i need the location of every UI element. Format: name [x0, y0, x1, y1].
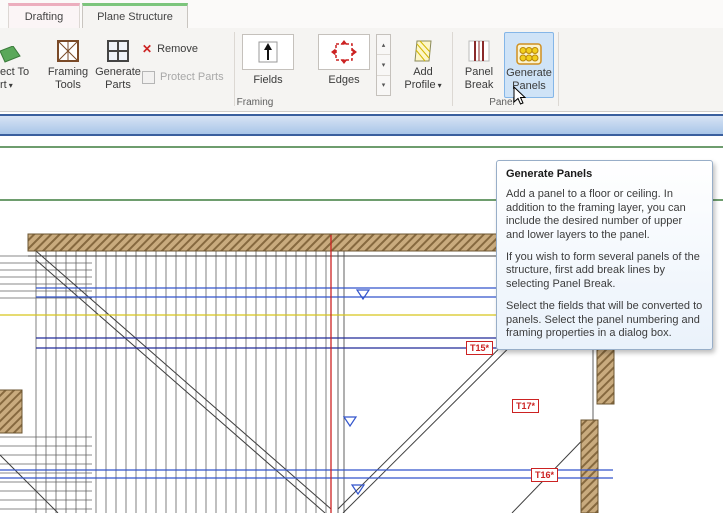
- left-wall: [0, 390, 22, 433]
- horizontal-blue-bar: [0, 114, 723, 136]
- group-label-framing: Framing: [225, 97, 285, 108]
- generate-parts-label: Generate: [95, 66, 141, 78]
- dropdown-arrow-icon: ▾: [9, 81, 13, 90]
- add-profile-label: Add: [413, 66, 433, 78]
- dropdown-arrow-icon: ▾: [438, 81, 442, 90]
- tooltip-paragraph-1: Add a panel to a floor or ceiling. In ad…: [506, 188, 703, 242]
- generate-panels-label: Generate: [506, 67, 552, 79]
- panel-break-button[interactable]: Panel Break: [456, 32, 502, 98]
- panel-break-label: Panel: [465, 66, 493, 78]
- app-screen: { "tabs": { "drafting": "Drafting", "pla…: [0, 0, 723, 513]
- fields-icon: [242, 34, 294, 70]
- framing-tools-label: Framing: [48, 66, 88, 78]
- protect-parts-checkbox: [142, 71, 155, 84]
- generate-parts-button[interactable]: Generate Parts: [94, 32, 142, 98]
- gallery-down-button[interactable]: ▾: [377, 55, 390, 75]
- add-profile-icon: [398, 32, 448, 66]
- add-profile-button[interactable]: Add Profile▾: [398, 32, 448, 98]
- group-separator: [452, 32, 453, 106]
- group-separator: [558, 32, 559, 106]
- fields-label: Fields: [242, 74, 294, 86]
- tab-plane-structure-label: Plane Structure: [97, 11, 173, 23]
- clipped-left-button[interactable]: ect To rt▾: [0, 32, 40, 98]
- protect-parts-button[interactable]: Protect Parts: [142, 68, 224, 86]
- ribbon: ect To rt▾ Framing Tools Generate Parts …: [0, 28, 723, 112]
- edges-icon: [318, 34, 370, 70]
- tab-drafting[interactable]: Drafting: [8, 3, 80, 28]
- truss-label: T15*: [466, 341, 493, 355]
- level-markers: [344, 290, 369, 494]
- generate-parts-icon: [94, 32, 142, 66]
- gallery-expand-button[interactable]: ▾: [377, 76, 390, 95]
- tab-drafting-label: Drafting: [25, 11, 64, 23]
- tooltip-paragraph-2: If you wish to form several panels of th…: [506, 251, 703, 291]
- generate-panels-button[interactable]: Generate Panels: [504, 32, 554, 98]
- framing-tools-icon: [44, 32, 92, 66]
- group-separator: [234, 32, 235, 106]
- tooltip-paragraph-3: Select the fields that will be converted…: [506, 300, 703, 340]
- edges-button[interactable]: Edges: [318, 34, 370, 86]
- mouse-cursor: [513, 86, 527, 111]
- tab-plane-structure[interactable]: Plane Structure: [82, 3, 188, 28]
- fields-button[interactable]: Fields: [242, 34, 294, 86]
- triangle-marker: [344, 417, 356, 426]
- framing-tools-button[interactable]: Framing Tools: [44, 32, 92, 98]
- ribbon-tab-bar: Drafting Plane Structure: [0, 0, 723, 28]
- truss-label: T16*: [531, 468, 558, 482]
- edges-label: Edges: [318, 74, 370, 86]
- triangle-marker: [357, 290, 369, 299]
- truss-label: T17*: [512, 399, 539, 413]
- generate-panels-icon: [505, 33, 553, 67]
- tooltip-generate-panels: Generate Panels Add a panel to a floor o…: [496, 160, 713, 350]
- right-wall-lower: [581, 420, 598, 513]
- protect-parts-label: Protect Parts: [160, 71, 224, 83]
- gallery-up-button[interactable]: ▴: [377, 35, 390, 55]
- remove-label: Remove: [157, 43, 198, 55]
- remove-button[interactable]: ✕ Remove: [142, 40, 198, 58]
- clipped-button-icon: [0, 32, 40, 66]
- gallery-scroll: ▴ ▾ ▾: [376, 34, 391, 96]
- tooltip-title: Generate Panels: [506, 168, 703, 181]
- clipped-button-label-2: rt: [0, 79, 7, 91]
- clipped-button-label-1: ect To: [0, 66, 29, 78]
- panel-break-icon: [456, 32, 502, 66]
- remove-icon: ✕: [142, 42, 152, 56]
